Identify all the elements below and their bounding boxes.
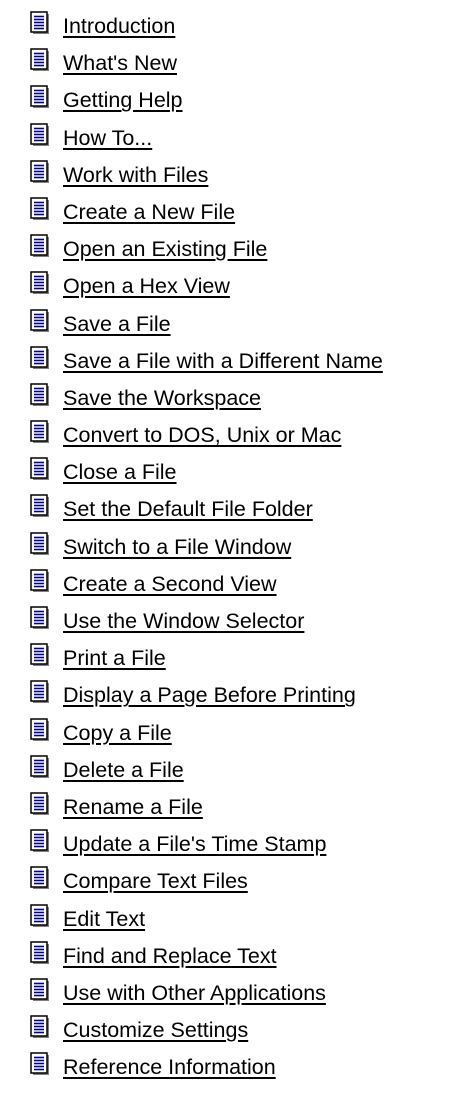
document-page-icon — [30, 494, 50, 518]
topic-link[interactable]: Rename a File — [63, 794, 203, 820]
topic-list-item[interactable]: Compare Text Files — [30, 866, 383, 903]
topic-list-item[interactable]: Customize Settings — [30, 1015, 383, 1052]
document-page-icon — [30, 457, 50, 481]
topic-link[interactable]: Display a Page Before Printing — [63, 682, 356, 708]
topic-list-item[interactable]: Find and Replace Text — [30, 940, 383, 978]
topic-list-item[interactable]: Update a File's Time Stamp — [30, 829, 383, 866]
document-page-icon — [30, 680, 50, 704]
document-page-icon — [30, 1052, 50, 1076]
topic-list-item[interactable]: Save a File — [30, 308, 383, 346]
document-page-icon — [30, 940, 50, 965]
topic-list-item[interactable]: Reference Information — [30, 1052, 383, 1089]
document-page-icon — [30, 531, 50, 556]
document-page-icon — [30, 569, 50, 593]
topic-link[interactable]: Edit Text — [63, 906, 145, 932]
topic-list-item[interactable]: Create a Second View — [30, 569, 383, 606]
topic-list-item[interactable]: Close a File — [30, 457, 383, 494]
topic-list-item[interactable]: Switch to a File Window — [30, 531, 383, 569]
topic-link[interactable]: Save the Workspace — [63, 385, 261, 411]
document-page-icon — [30, 755, 50, 779]
topic-list-item[interactable]: What's New — [30, 48, 383, 85]
document-page-icon — [30, 829, 50, 853]
topic-link[interactable]: Getting Help — [63, 87, 183, 113]
topic-link[interactable]: What's New — [63, 50, 177, 76]
topic-list-item[interactable]: Open an Existing File — [30, 234, 383, 271]
topic-link[interactable]: Close a File — [63, 459, 177, 485]
document-page-icon — [30, 978, 50, 1002]
topic-link[interactable]: Customize Settings — [63, 1017, 248, 1043]
topic-list-item[interactable]: Display a Page Before Printing — [30, 680, 383, 717]
topic-list-item[interactable]: Save the Workspace — [30, 383, 383, 420]
topic-link[interactable]: Compare Text Files — [63, 868, 248, 894]
topic-list-item[interactable]: Use the Window Selector — [30, 606, 383, 643]
topic-list-item[interactable]: Convert to DOS, Unix or Mac — [30, 420, 383, 457]
topic-link[interactable]: Convert to DOS, Unix or Mac — [63, 422, 341, 448]
topic-list-item[interactable]: Work with Files — [30, 160, 383, 197]
topic-link[interactable]: Introduction — [63, 13, 175, 39]
topic-link[interactable]: Delete a File — [63, 757, 184, 783]
topic-link[interactable]: Open an Existing File — [63, 236, 267, 262]
topic-link[interactable]: Work with Files — [63, 162, 208, 188]
topic-list-item[interactable]: Set the Default File Folder — [30, 494, 383, 531]
document-page-icon — [30, 308, 50, 333]
topic-list-item[interactable]: Create a New File — [30, 197, 383, 234]
topic-list-item[interactable]: Print a File — [30, 643, 383, 680]
topic-link[interactable]: Copy a File — [63, 720, 172, 746]
document-page-icon — [30, 717, 50, 742]
document-page-icon — [30, 85, 50, 109]
topic-link[interactable]: Set the Default File Folder — [63, 496, 313, 522]
topic-link[interactable]: Update a File's Time Stamp — [63, 831, 326, 857]
topic-list-item[interactable]: Open a Hex View — [30, 271, 383, 308]
topic-link[interactable]: Save a File — [63, 311, 171, 337]
topic-list-item[interactable]: Delete a File — [30, 755, 383, 792]
document-page-icon — [30, 48, 50, 72]
document-page-icon — [30, 383, 50, 407]
topic-link[interactable]: Switch to a File Window — [63, 534, 291, 560]
topic-list-item[interactable]: Use with Other Applications — [30, 978, 383, 1015]
document-page-icon — [30, 606, 50, 630]
topic-list-item[interactable]: Introduction — [30, 11, 383, 48]
topic-link[interactable]: Create a Second View — [63, 571, 277, 597]
document-page-icon — [30, 903, 50, 928]
topic-link[interactable]: Find and Replace Text — [63, 943, 277, 969]
help-topic-list: Introduction What's New Getting Help How To… — [30, 11, 383, 1089]
topic-link[interactable]: Save a File with a Different Name — [63, 348, 383, 374]
topic-link[interactable]: Use with Other Applications — [63, 980, 326, 1006]
document-page-icon — [30, 122, 50, 147]
topic-link[interactable]: Open a Hex View — [63, 273, 230, 299]
document-page-icon — [30, 643, 50, 667]
document-page-icon — [30, 234, 50, 258]
document-page-icon — [30, 160, 50, 184]
topic-link[interactable]: Print a File — [63, 645, 166, 671]
document-page-icon — [30, 420, 50, 444]
topic-list-item[interactable]: Copy a File — [30, 717, 383, 755]
document-page-icon — [30, 1015, 50, 1039]
document-page-icon — [30, 792, 50, 816]
topic-link[interactable]: How To... — [63, 125, 152, 151]
topic-list-item[interactable]: How To... — [30, 122, 383, 160]
topic-list-item[interactable]: Save a File with a Different Name — [30, 345, 383, 383]
topic-link[interactable]: Create a New File — [63, 199, 235, 225]
topic-list-item[interactable]: Edit Text — [30, 903, 383, 941]
topic-link[interactable]: Use the Window Selector — [63, 608, 304, 634]
document-page-icon — [30, 271, 50, 295]
topic-list-item[interactable]: Getting Help — [30, 85, 383, 122]
document-page-icon — [30, 345, 50, 370]
document-page-icon — [30, 11, 50, 35]
topic-link[interactable]: Reference Information — [63, 1054, 276, 1080]
document-page-icon — [30, 866, 50, 890]
document-page-icon — [30, 197, 50, 221]
topic-list-item[interactable]: Rename a File — [30, 792, 383, 829]
